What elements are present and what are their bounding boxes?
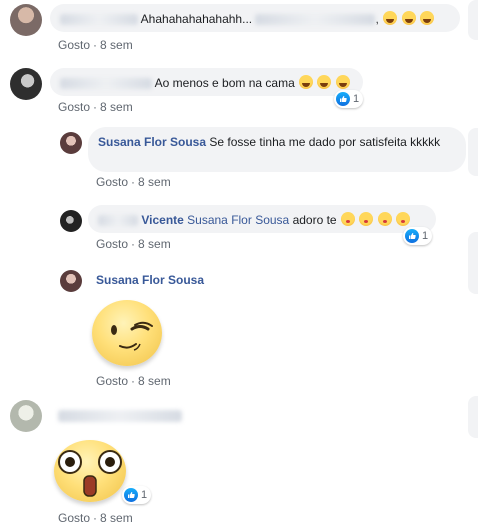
reply-bubble: Susana Flor Sousa Se fosse tinha me dado… — [88, 127, 466, 172]
text-redacted — [255, 14, 376, 26]
like-button[interactable]: Gosto — [58, 38, 90, 52]
laughing-emoji-icon — [335, 75, 350, 89]
comment-meta: Gosto · 8 sem — [58, 100, 133, 114]
side-edge-3 — [468, 232, 478, 294]
reply-text: adoro te — [292, 213, 337, 227]
side-edge-1 — [468, 0, 478, 40]
reaction-count: 1 — [141, 489, 148, 501]
comment-bubble: Ao menos e bom na cama — [50, 68, 363, 96]
side-edge-2 — [468, 128, 478, 176]
reaction-badge[interactable]: 1 — [122, 486, 152, 504]
like-reaction-icon — [405, 229, 419, 243]
separator: · — [93, 511, 98, 525]
timestamp[interactable]: 8 sem — [138, 237, 171, 251]
avatar[interactable] — [10, 4, 42, 36]
separator: · — [93, 100, 98, 114]
reaction-count: 1 — [353, 93, 360, 105]
separator: · — [131, 237, 136, 251]
like-button[interactable]: Gosto — [58, 511, 90, 525]
author-name[interactable]: Susana Flor Sousa — [98, 135, 206, 149]
kiss-emoji-icon — [377, 212, 392, 226]
grinning-emoji-icon — [401, 11, 416, 25]
author-name-suffix[interactable]: Vicente — [141, 213, 183, 227]
laughing-emoji-icon — [317, 75, 332, 89]
like-button[interactable]: Gosto — [96, 374, 128, 388]
comment-meta: Gosto · 8 sem — [58, 38, 133, 52]
winking-face-sticker — [92, 300, 162, 366]
separator: · — [93, 38, 98, 52]
reply-meta: Gosto · 8 sem — [96, 374, 171, 388]
comment-text: Ahahahahahahahh — [140, 12, 243, 26]
avatar[interactable] — [60, 270, 82, 292]
author-name-redacted[interactable] — [98, 215, 138, 227]
avatar[interactable] — [60, 132, 82, 154]
author-name-redacted[interactable] — [60, 78, 152, 90]
comment-meta: Gosto · 8 sem — [58, 511, 133, 525]
author-name-redacted[interactable] — [60, 14, 138, 26]
reaction-count: 1 — [422, 230, 429, 242]
timestamp[interactable]: 8 sem — [100, 38, 133, 52]
reaction-badge[interactable]: 1 — [334, 90, 364, 108]
author-name[interactable]: Susana Flor Sousa — [96, 273, 204, 287]
reply-bubble: Vicente Susana Flor Sousa adoro te — [88, 205, 436, 233]
laughing-emoji-icon — [299, 75, 314, 89]
comma: , — [375, 12, 379, 26]
reply-text: Se fosse tinha me dado por satisfeita kk… — [209, 135, 441, 149]
kiss-emoji-icon — [359, 212, 374, 226]
separator: · — [131, 175, 136, 189]
timestamp[interactable]: 8 sem — [138, 374, 171, 388]
timestamp[interactable]: 8 sem — [100, 100, 133, 114]
like-reaction-icon — [336, 92, 350, 106]
separator: · — [131, 374, 136, 388]
like-button[interactable]: Gosto — [58, 100, 90, 114]
avatar[interactable] — [10, 68, 42, 100]
ellipsis: ... — [242, 12, 253, 26]
side-edge-4 — [468, 396, 478, 438]
like-button[interactable]: Gosto — [96, 237, 128, 251]
kiss-emoji-icon — [395, 212, 410, 226]
shocked-face-sticker — [54, 440, 126, 502]
reply-meta: Gosto · 8 sem — [96, 237, 171, 251]
author-name-redacted[interactable] — [58, 408, 182, 422]
kiss-emoji-icon — [340, 212, 355, 226]
laughing-emoji-icon — [419, 11, 434, 25]
laughing-emoji-icon — [383, 11, 398, 25]
reaction-badge[interactable]: 1 — [403, 227, 433, 245]
comment-text: Ao menos e bom na cama — [154, 76, 295, 90]
like-reaction-icon — [124, 488, 138, 502]
like-button[interactable]: Gosto — [96, 175, 128, 189]
timestamp[interactable]: 8 sem — [138, 175, 171, 189]
mention-link[interactable]: Susana Flor Sousa — [187, 213, 289, 227]
comment-bubble: Ahahahahahahahh... , — [50, 4, 460, 32]
avatar[interactable] — [10, 400, 42, 432]
avatar[interactable] — [60, 210, 82, 232]
reply-meta: Gosto · 8 sem — [96, 175, 171, 189]
timestamp[interactable]: 8 sem — [100, 511, 133, 525]
